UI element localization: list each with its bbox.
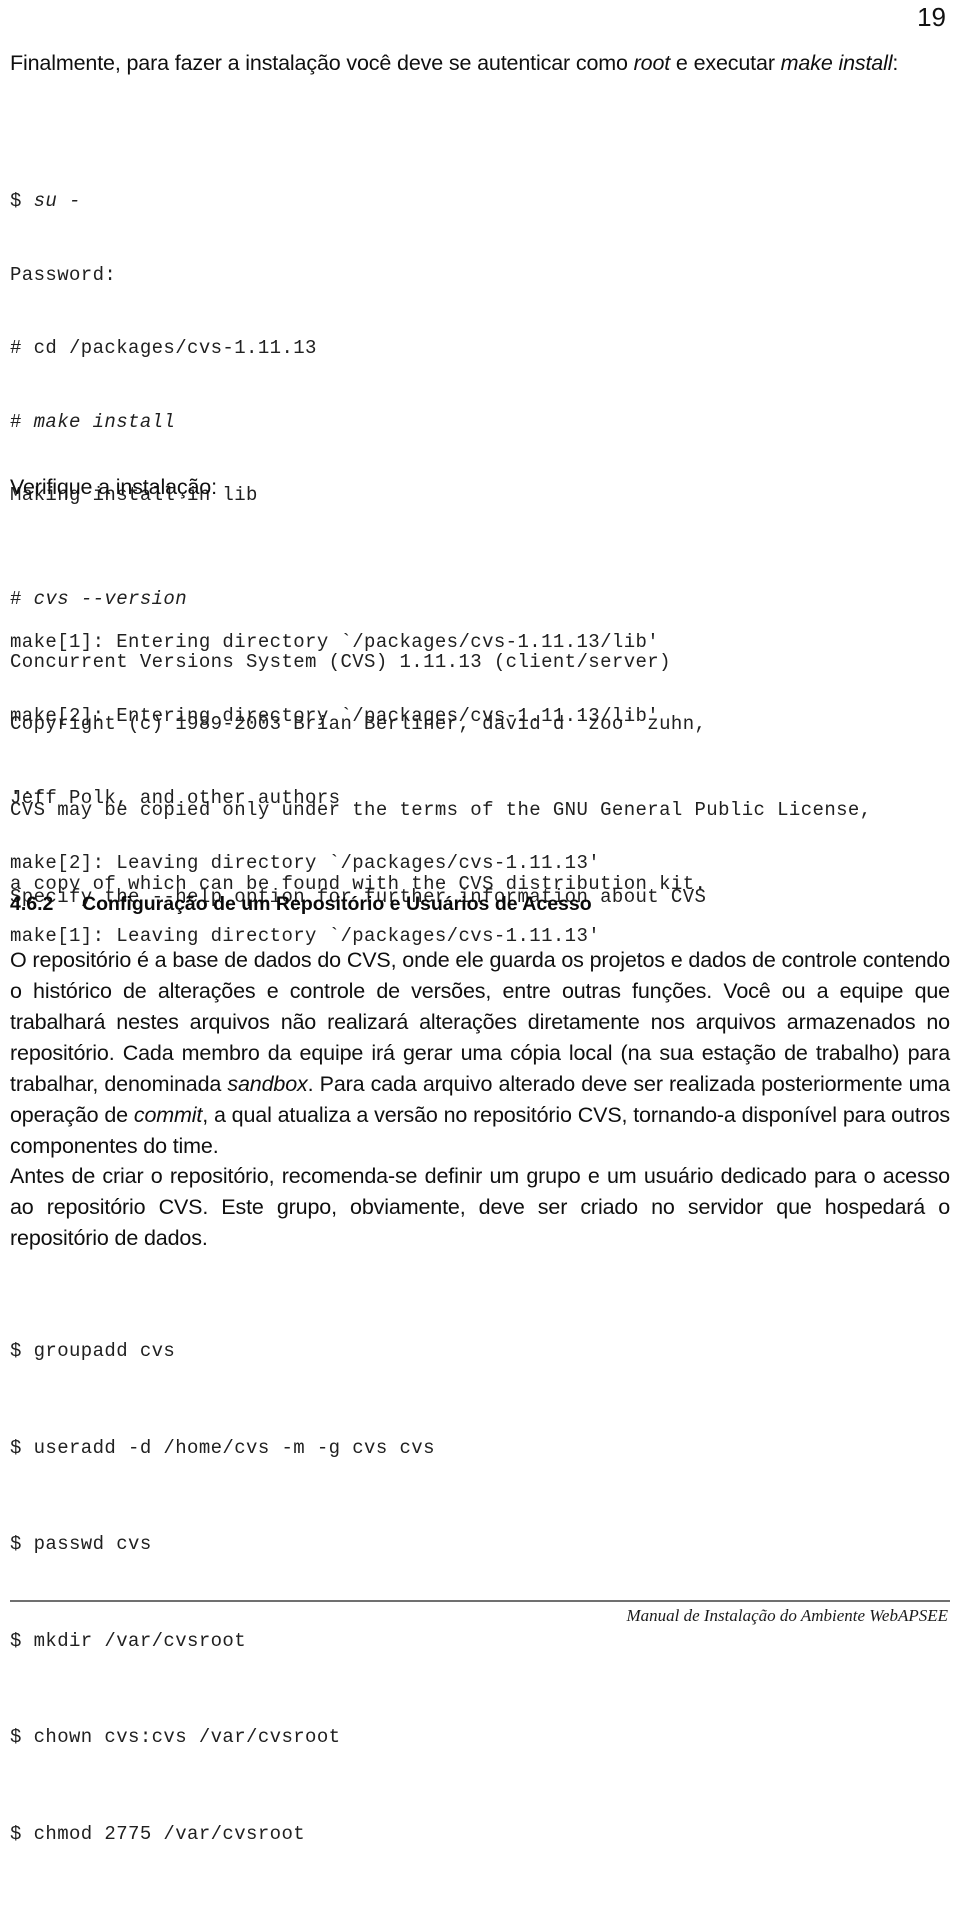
group-user-paragraph: Antes de criar o repositório, recomenda-… <box>10 1164 950 1250</box>
command-chmod: $ chmod 2775 /var/cvsroot <box>10 1822 306 1845</box>
prompt-dollar: $ <box>10 190 34 212</box>
setup-commands-block: $ groupadd cvs $ useradd -d /home/cvs -m… <box>10 1290 950 1918</box>
command-mkdir: $ mkdir /var/cvsroot <box>10 1629 247 1652</box>
command-groupadd: $ groupadd cvs <box>10 1340 176 1362</box>
code-line-copyright: Copyright (c) 1989-2003 Brian Berliner, … <box>10 713 707 735</box>
section-heading-462: 4.6.2 Configuração de um Repositório e U… <box>10 891 950 917</box>
command-chown: $ chown cvs:cvs /var/cvsroot <box>10 1726 341 1748</box>
intro-emphasis-root: root <box>633 51 671 75</box>
repository-description-paragraph: O repositório é a base de dados do CVS, … <box>10 945 950 1162</box>
code-line-su: $ su - <box>10 189 950 214</box>
verify-label: Verifique a instalação: <box>10 475 217 499</box>
code-line-password: Password: <box>10 263 117 286</box>
intro-paragraph: Finalmente, para fazer a instalação você… <box>10 48 950 79</box>
command-useradd: $ useradd -d /home/cvs -m -g cvs cvs <box>10 1436 435 1459</box>
page-number: 19 <box>917 2 946 32</box>
para1-emphasis-sandbox: sandbox <box>227 1072 308 1096</box>
intro-text-before: Finalmente, para fazer a instalação você… <box>10 51 634 75</box>
intro-text-after: : <box>892 51 899 75</box>
intro-text-mid: e executar <box>670 51 781 75</box>
intro-emphasis-make-install: make install <box>780 51 893 75</box>
code-line-cd: # cd /packages/cvs-1.11.13 <box>10 337 317 359</box>
document-page: 19 Finalmente, para fazer a instalação v… <box>0 0 960 1845</box>
code-line-make-install: # make install <box>10 410 950 435</box>
para1-emphasis-commit: commit <box>133 1103 203 1127</box>
code-line-license-1: CVS may be copied only under the terms o… <box>10 799 872 821</box>
cmd-make-install: make install <box>33 410 176 433</box>
cmd-su: su - <box>33 190 81 212</box>
section-number: 4.6.2 <box>10 893 54 915</box>
section-title: Configuração de um Repositório e Usuário… <box>82 893 592 915</box>
footer-divider <box>10 1600 950 1602</box>
command-passwd: $ passwd cvs <box>10 1533 152 1555</box>
footer-label: Manual de Instalação do Ambiente WebAPSE… <box>626 1606 948 1625</box>
prompt-hash: # <box>10 410 34 433</box>
